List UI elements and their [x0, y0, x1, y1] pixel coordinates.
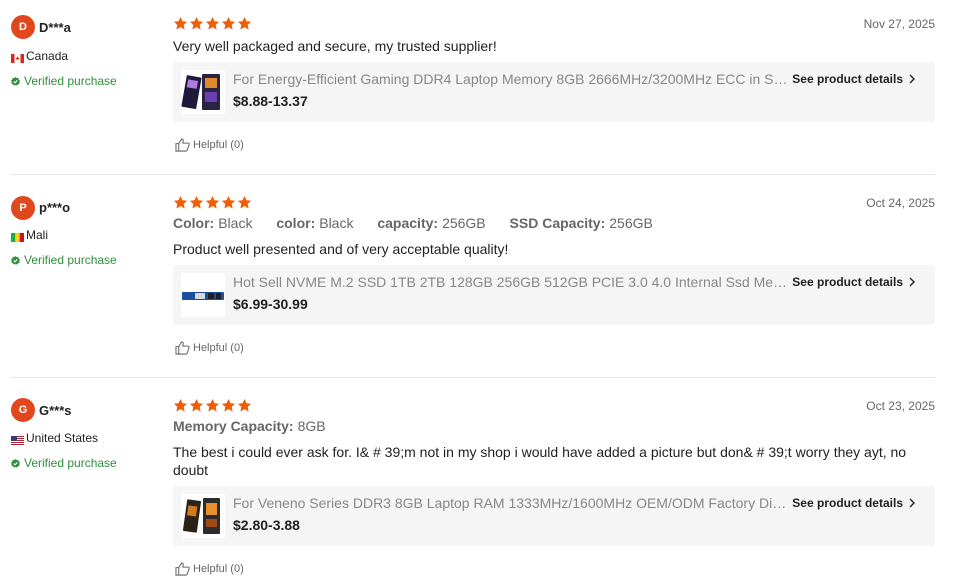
product-title[interactable]: For Energy-Efficient Gaming DDR4 Laptop … — [233, 71, 788, 87]
sku-attribute: color: Black — [276, 215, 353, 231]
product-title[interactable]: For Veneno Series DDR3 8GB Laptop RAM 13… — [233, 495, 788, 511]
product-price: $8.88-13.37 — [233, 93, 308, 109]
chevron-right-icon — [909, 277, 915, 287]
review-date: Oct 23, 2025 — [866, 399, 935, 413]
attribute-name: SSD Capacity: — [509, 215, 606, 231]
review-divider — [10, 377, 935, 378]
attribute-value: 256GB — [609, 215, 653, 231]
review-comment: Very well packaged and secure, my truste… — [173, 38, 497, 54]
review-divider — [10, 174, 935, 175]
helpful-button[interactable]: Helpful (0) — [175, 138, 244, 152]
avatar: P — [11, 196, 35, 220]
product-price: $6.99-30.99 — [233, 296, 308, 312]
reviewer-country: Canada — [11, 49, 68, 63]
review-date: Oct 24, 2025 — [866, 196, 935, 210]
country-label: United States — [26, 431, 99, 445]
verified-check-icon — [11, 255, 20, 265]
star-icon — [237, 16, 252, 30]
reviewer-name: p***o — [39, 200, 71, 215]
sku-attributes: Memory Capacity: 8GB — [173, 418, 346, 434]
attribute-value: 8GB — [297, 418, 326, 434]
avatar: D — [11, 15, 35, 39]
helpful-label: Helpful (0) — [193, 342, 244, 354]
attribute-value: Black — [218, 215, 253, 231]
avatar: G — [11, 398, 35, 422]
sku-attribute: capacity: 256GB — [377, 215, 485, 231]
attribute-name: Memory Capacity: — [173, 418, 294, 434]
product-thumbnail[interactable] — [181, 273, 225, 317]
star-icon — [237, 398, 252, 412]
verified-label: Verified purchase — [24, 456, 117, 470]
thumbs-up-icon — [175, 562, 190, 576]
review-comment: Product well presented and of very accep… — [173, 241, 509, 257]
star-icon — [205, 398, 220, 412]
attribute-value: Black — [319, 215, 354, 231]
star-rating — [173, 16, 252, 31]
star-icon — [173, 398, 188, 412]
product-thumbnail[interactable] — [181, 494, 225, 538]
star-icon — [221, 398, 236, 412]
country-label: Mali — [26, 228, 49, 242]
see-product-details-link[interactable]: See product details — [792, 275, 915, 289]
thumbs-up-icon — [175, 341, 190, 355]
reviewer-name: D***a — [39, 20, 71, 35]
country-label: Canada — [26, 49, 69, 63]
star-icon — [173, 195, 188, 209]
verified-label: Verified purchase — [24, 74, 117, 88]
verified-badge: Verified purchase — [11, 74, 117, 88]
details-link-label: See product details — [792, 496, 903, 510]
star-icon — [205, 195, 220, 209]
product-price: $2.80-3.88 — [233, 517, 300, 533]
attribute-value: 256GB — [442, 215, 486, 231]
review-date: Nov 27, 2025 — [863, 17, 935, 31]
helpful-button[interactable]: Helpful (0) — [175, 562, 244, 576]
sku-attributes: Color: Black color: Black capacity: 256GB S… — [173, 215, 673, 231]
attribute-name: Color: — [173, 215, 215, 231]
sku-attribute: Color: Black — [173, 215, 252, 231]
product-card[interactable]: For Energy-Efficient Gaming DDR4 Laptop … — [173, 62, 935, 122]
star-rating — [173, 195, 252, 210]
star-icon — [221, 195, 236, 209]
canada-flag-icon — [11, 52, 24, 63]
star-rating — [173, 398, 252, 413]
sku-attribute: SSD Capacity: 256GB — [510, 215, 653, 231]
star-icon — [221, 16, 236, 30]
mali-flag-icon — [11, 231, 24, 242]
reviewer-country: Mali — [11, 228, 48, 242]
chevron-right-icon — [909, 498, 915, 508]
see-product-details-link[interactable]: See product details — [792, 72, 915, 86]
helpful-label: Helpful (0) — [193, 139, 244, 151]
star-icon — [189, 16, 204, 30]
united-states-flag-icon — [11, 434, 24, 445]
product-card[interactable]: For Veneno Series DDR3 8GB Laptop RAM 13… — [173, 486, 935, 546]
helpful-button[interactable]: Helpful (0) — [175, 341, 244, 355]
verified-check-icon — [11, 76, 20, 86]
reviewer-country: United States — [11, 431, 98, 445]
verified-label: Verified purchase — [24, 253, 117, 267]
details-link-label: See product details — [792, 275, 903, 289]
star-icon — [189, 398, 204, 412]
thumbs-up-icon — [175, 138, 190, 152]
product-title[interactable]: Hot Sell NVME M.2 SSD 1TB 2TB 128GB 256G… — [233, 274, 788, 290]
star-icon — [237, 195, 252, 209]
product-card[interactable]: Hot Sell NVME M.2 SSD 1TB 2TB 128GB 256G… — [173, 265, 935, 325]
attribute-name: color: — [276, 215, 316, 231]
verified-check-icon — [11, 458, 20, 468]
review-comment: The best i could ever ask for. I& # 39;m… — [173, 444, 907, 478]
sku-attribute: Memory Capacity: 8GB — [173, 418, 326, 434]
chevron-right-icon — [909, 74, 915, 84]
details-link-label: See product details — [792, 72, 903, 86]
see-product-details-link[interactable]: See product details — [792, 496, 915, 510]
verified-badge: Verified purchase — [11, 456, 117, 470]
star-icon — [189, 195, 204, 209]
reviewer-name: G***s — [39, 403, 72, 418]
verified-badge: Verified purchase — [11, 253, 117, 267]
helpful-label: Helpful (0) — [193, 563, 244, 575]
attribute-name: capacity: — [377, 215, 439, 231]
star-icon — [173, 16, 188, 30]
product-thumbnail[interactable] — [181, 70, 225, 114]
star-icon — [205, 16, 220, 30]
